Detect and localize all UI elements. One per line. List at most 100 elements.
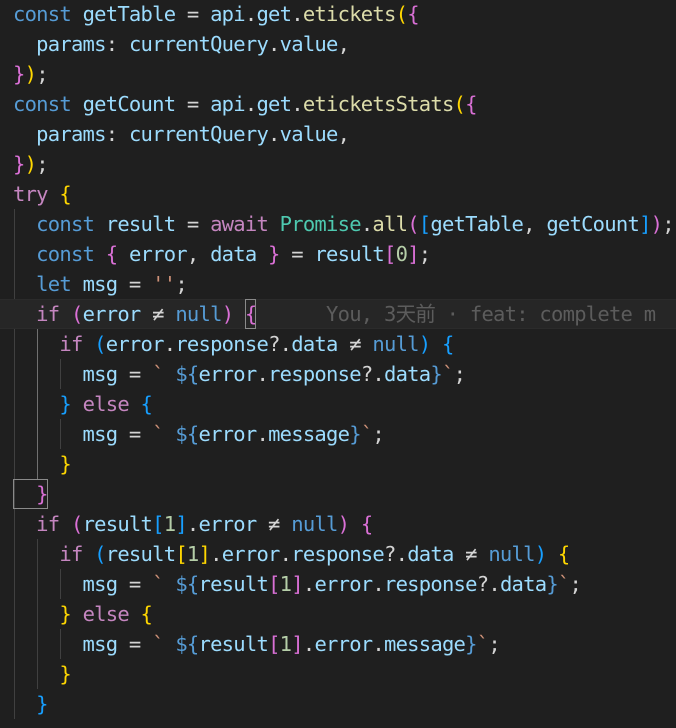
- code-token: error: [314, 572, 373, 596]
- code-token: const: [13, 242, 106, 266]
- code-text: }: [13, 692, 48, 716]
- code-token: else: [82, 392, 141, 416]
- code-line[interactable]: if (result[1].error.response?.data ≠ nul…: [13, 539, 570, 569]
- code-token: ,: [186, 242, 211, 266]
- code-line[interactable]: const getCount = api.get.eticketsStats({: [13, 89, 477, 119]
- code-token: ?.: [384, 542, 408, 566]
- code-text: const { error, data } = result[0];: [13, 242, 431, 266]
- code-token: ;: [36, 152, 48, 176]
- code-token: `: [152, 362, 176, 386]
- code-line[interactable]: msg = ` ${error.response?.data}`;: [13, 359, 466, 389]
- code-text: params: currentQuery.value,: [13, 122, 350, 146]
- code-token: ?.: [360, 362, 385, 386]
- code-token: {: [140, 602, 153, 626]
- code-token: ;: [569, 572, 582, 596]
- code-token: [: [384, 242, 396, 266]
- code-token: api: [210, 2, 246, 26]
- code-token: value: [279, 32, 339, 56]
- code-token: `: [152, 572, 176, 596]
- code-token: (: [70, 302, 83, 326]
- code-token: =: [175, 212, 211, 236]
- code-line[interactable]: const result = await Promise.all([getTab…: [13, 209, 674, 239]
- code-token: msg: [13, 632, 119, 656]
- code-token: try: [13, 182, 60, 206]
- code-token: ;: [372, 422, 384, 446]
- code-token: ;: [418, 242, 431, 266]
- code-token: result: [198, 632, 269, 656]
- code-token: ]: [639, 212, 651, 236]
- code-token: }: [13, 452, 71, 476]
- code-line[interactable]: msg = ` ${result[1].error.response?.data…: [13, 569, 582, 599]
- code-line[interactable]: params: currentQuery.value,: [13, 29, 350, 59]
- code-token: .: [302, 572, 315, 596]
- code-text: if (result[1].error ≠ null) {: [13, 512, 373, 536]
- code-token: .: [244, 92, 257, 116]
- code-line[interactable]: const { error, data } = result[0];: [13, 239, 431, 269]
- code-token: }: [546, 572, 558, 596]
- code-token: {: [441, 332, 454, 356]
- code-token: error: [198, 422, 258, 446]
- code-token: if: [13, 512, 71, 536]
- code-line[interactable]: } else {: [13, 389, 152, 419]
- code-token: ): [418, 332, 431, 356]
- code-token: {: [557, 542, 570, 566]
- code-line[interactable]: if (error.response?.data ≠ null) {: [13, 329, 454, 359]
- code-line[interactable]: });: [13, 59, 49, 89]
- code-token: (: [395, 2, 408, 26]
- code-token: ]: [291, 572, 303, 596]
- code-text: }: [13, 452, 71, 476]
- code-token: }: [13, 692, 48, 716]
- code-line[interactable]: try {: [13, 179, 72, 209]
- code-token: (: [94, 332, 106, 356]
- code-token: ;: [453, 362, 466, 386]
- code-token: {: [360, 512, 373, 536]
- code-line[interactable]: const getTable = api.get.etickets({: [13, 0, 420, 29]
- code-token: ${: [175, 632, 199, 656]
- code-line[interactable]: } else {: [13, 599, 152, 629]
- code-line[interactable]: let msg = '';: [13, 269, 187, 299]
- code-token: :: [105, 32, 129, 56]
- code-token: }: [13, 152, 25, 176]
- code-token: await: [210, 212, 280, 236]
- code-token: error: [198, 512, 258, 536]
- code-line[interactable]: }: [13, 689, 48, 719]
- code-token: eticketsStats: [302, 92, 454, 116]
- code-token: =: [117, 422, 153, 446]
- code-token: }: [13, 62, 25, 86]
- code-token: `: [557, 572, 570, 596]
- code-line[interactable]: });: [13, 149, 49, 179]
- code-token: ): [24, 62, 37, 86]
- code-text: });: [13, 152, 49, 176]
- code-line[interactable]: params: currentQuery.value,: [13, 119, 350, 149]
- code-token: {: [105, 242, 129, 266]
- code-token: response: [291, 542, 384, 566]
- code-token: .: [372, 572, 384, 596]
- code-line[interactable]: }: [13, 449, 71, 479]
- code-line[interactable]: }: [13, 659, 71, 689]
- code-token: ): [650, 212, 663, 236]
- code-token: response: [268, 362, 361, 386]
- code-token: ≠: [256, 512, 292, 536]
- code-token: .: [256, 362, 269, 386]
- code-editor[interactable]: const getTable = api.get.etickets({ para…: [0, 0, 676, 728]
- code-line[interactable]: msg = ` ${error.message}`;: [13, 419, 385, 449]
- code-token: ;: [662, 212, 674, 236]
- code-token: [: [175, 542, 187, 566]
- code-token: =: [175, 2, 211, 26]
- code-token: data: [210, 242, 257, 266]
- code-line[interactable]: msg = ` ${result[1].error.message}`;: [13, 629, 501, 659]
- code-line[interactable]: if (result[1].error ≠ null) {: [13, 509, 373, 539]
- code-token: }: [430, 362, 442, 386]
- code-token: ]: [175, 512, 187, 536]
- code-line[interactable]: }: [13, 479, 49, 509]
- code-text: params: currentQuery.value,: [13, 32, 350, 56]
- code-token: }: [13, 602, 83, 626]
- code-line[interactable]: if (error ≠ null) { You, 3天前 · feat: com…: [0, 299, 676, 329]
- code-token: `: [441, 362, 454, 386]
- code-token: =: [117, 272, 153, 296]
- code-text: msg = ` ${result[1].error.response?.data…: [13, 572, 582, 596]
- code-token: msg: [82, 272, 119, 296]
